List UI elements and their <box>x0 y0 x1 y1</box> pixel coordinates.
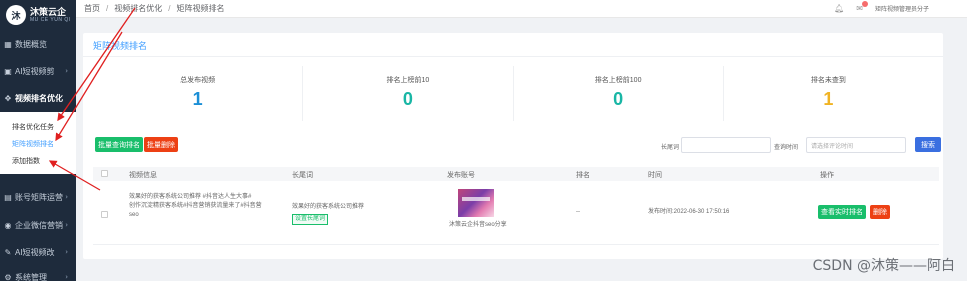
sidebar-item-ai-edit[interactable]: ✎ AI短视频改 › <box>0 241 76 263</box>
stat-label: 排名未查到 <box>810 77 846 84</box>
sidebar-item-label: 数据概览 <box>15 39 47 49</box>
sidebar-item-label: 企业微信营销 <box>15 220 63 230</box>
rank-value: -- <box>576 209 580 215</box>
sidebar-item-wechat[interactable]: ◉ 企业微信营销 › <box>0 214 76 236</box>
video-info-line: seo <box>129 212 139 218</box>
stat-label: 排名上榜前100 <box>594 77 642 84</box>
video-thumbnail[interactable] <box>458 189 494 217</box>
longtail-input[interactable] <box>681 137 771 153</box>
table-row: 效果好的获客系统公司推荐 #抖音达人生大事# 创作沉淀精获客系统#抖音营销获流量… <box>93 183 939 245</box>
column-header: 时间 <box>648 172 662 179</box>
logo: 沐 沐策云企 MU CE YUN QI <box>0 0 76 30</box>
stat-value: 1 <box>192 89 203 109</box>
breadcrumb-parent[interactable]: 视频排名优化 <box>114 3 162 14</box>
time-picker[interactable]: 请选择评论时间 <box>806 137 906 153</box>
divider <box>83 56 943 57</box>
edit-icon: ✎ <box>4 247 12 257</box>
topbar: 首页 / 视频排名优化 / 矩阵视频排名 🔔︎ ✉ 矩阵视频管理员分子 <box>76 0 967 18</box>
sidebar-item-ai-video[interactable]: ▣ AI短视频剪 › <box>0 60 76 82</box>
chevron-right-icon: › <box>65 221 68 229</box>
account-name: 沐策云企抖音seo分享 <box>449 222 507 228</box>
stat-top10: 排名上榜前10 0 <box>303 66 514 121</box>
notification-dot <box>861 1 868 7</box>
stat-value: 0 <box>402 89 413 109</box>
breadcrumb-current: 矩阵视频排名 <box>176 4 225 13</box>
sidebar-item-label: 视频排名优化 <box>15 93 63 103</box>
wechat-icon: ◉ <box>4 220 12 230</box>
stat-top100: 排名上榜前100 0 <box>514 66 724 121</box>
stats-row: 总发布视频 1 排名上榜前10 0 排名上榜前100 0 排名未查到 1 <box>93 66 933 121</box>
sidebar-item-label: AI短视频剪 <box>15 66 55 76</box>
view-rank-button[interactable]: 查看实时排名 <box>818 205 866 219</box>
batch-rank-button[interactable]: 批量查询排名 <box>95 137 143 152</box>
delete-button[interactable]: 删除 <box>870 205 890 219</box>
longtail-label: 长尾词 <box>661 145 680 151</box>
main-card: 矩阵视频排名 总发布视频 1 排名上榜前10 0 排名上榜前100 0 排名未查… <box>83 33 943 259</box>
select-all-checkbox[interactable] <box>101 170 108 177</box>
stat-label: 总发布视频 <box>180 77 216 84</box>
bell-icon[interactable]: 🔔︎ <box>834 4 844 13</box>
breadcrumb-separator: / <box>106 4 109 13</box>
sidebar-item-account-matrix[interactable]: ▤ 账号矩阵运营 › <box>0 186 76 208</box>
card-title: 矩阵视频排名 <box>93 41 148 51</box>
sidebar-item-overview[interactable]: ▦ 数据概览 <box>0 33 76 55</box>
stat-not-found: 排名未查到 1 <box>724 66 933 121</box>
video-info-line: 创作沉淀精获客系统#抖音营销获流量来了#抖音营 <box>129 203 262 209</box>
publish-time: 发布时间:2022-06-30 17:50:16 <box>648 209 730 215</box>
message-icon[interactable]: ✉ <box>856 1 868 13</box>
sidebar-item-label: 系统管理 <box>15 272 47 281</box>
chart-icon: ▦ <box>4 39 12 49</box>
logo-subtitle: MU CE YUN QI <box>30 17 71 23</box>
chevron-right-icon: › <box>65 273 68 281</box>
search-button[interactable]: 搜索 <box>915 137 941 152</box>
sidebar-item-system[interactable]: ⚙ 系统管理 › <box>0 266 76 281</box>
set-longtail-tag[interactable]: 设置长尾词 <box>292 214 329 225</box>
logo-name: 沐策云企 <box>30 7 67 17</box>
sidebar-item-label: 账号矩阵运营 <box>15 192 63 202</box>
column-header: 视频信息 <box>129 172 157 179</box>
column-header: 长尾词 <box>292 172 313 179</box>
logo-mark: 沐 <box>6 5 26 25</box>
column-header: 发布账号 <box>447 172 475 179</box>
stat-total-videos: 总发布视频 1 <box>93 66 304 121</box>
longtail-cell: 效果好的获客系统公司推荐 设置长尾词 <box>292 203 432 225</box>
row-checkbox[interactable] <box>101 211 108 218</box>
stat-value: 0 <box>613 89 624 109</box>
breadcrumb-separator: / <box>168 4 171 13</box>
breadcrumb-home[interactable]: 首页 <box>84 3 100 14</box>
batch-delete-button[interactable]: 批量删除 <box>144 137 178 152</box>
time-label: 查询时间 <box>774 145 799 151</box>
submenu-item-matrix-rank[interactable]: 矩阵视频排名 <box>12 139 54 149</box>
submenu-item-add-index[interactable]: 添加指数 <box>12 156 40 166</box>
breadcrumb: 首页 / 视频排名优化 / 矩阵视频排名 <box>84 3 224 14</box>
chevron-right-icon: › <box>65 248 68 256</box>
sidebar-item-label: AI短视频改 <box>15 247 55 257</box>
settings-icon: ⚙ <box>4 272 12 281</box>
video-info[interactable]: 效果好的获客系统公司推荐 #抖音达人生大事# 创作沉淀精获客系统#抖音营销获流量… <box>129 193 287 220</box>
chevron-right-icon: › <box>65 67 68 75</box>
stat-label: 排名上榜前10 <box>386 77 430 84</box>
submenu: 排名优化任务 矩阵视频排名 添加指数 <box>0 112 76 174</box>
user-name[interactable]: 矩阵视频管理员分子 <box>875 4 929 13</box>
column-header: 排名 <box>576 172 590 179</box>
sidebar-item-rank-optimize[interactable]: ✥ 视频排名优化 <box>0 87 76 109</box>
table-header: 视频信息 长尾词 发布账号 排名 时间 操作 <box>93 167 939 181</box>
sidebar: 沐 沐策云企 MU CE YUN QI ▦ 数据概览 ▣ AI短视频剪 › ✥ … <box>0 0 76 281</box>
column-header: 操作 <box>820 172 834 179</box>
watermark: CSDN @沐策——阿白 <box>812 258 955 274</box>
submenu-item-tasks[interactable]: 排名优化任务 <box>12 122 54 132</box>
topbar-right: 🔔︎ ✉ 矩阵视频管理员分子 <box>834 1 929 13</box>
rank-icon: ✥ <box>4 93 12 103</box>
longtail-text: 效果好的获客系统公司推荐 <box>292 204 365 210</box>
stat-value: 1 <box>823 89 834 109</box>
video-info-line: 效果好的获客系统公司推荐 #抖音达人生大事# <box>129 194 252 200</box>
video-icon: ▣ <box>4 66 12 76</box>
chevron-right-icon: › <box>65 193 68 201</box>
matrix-icon: ▤ <box>4 192 12 202</box>
